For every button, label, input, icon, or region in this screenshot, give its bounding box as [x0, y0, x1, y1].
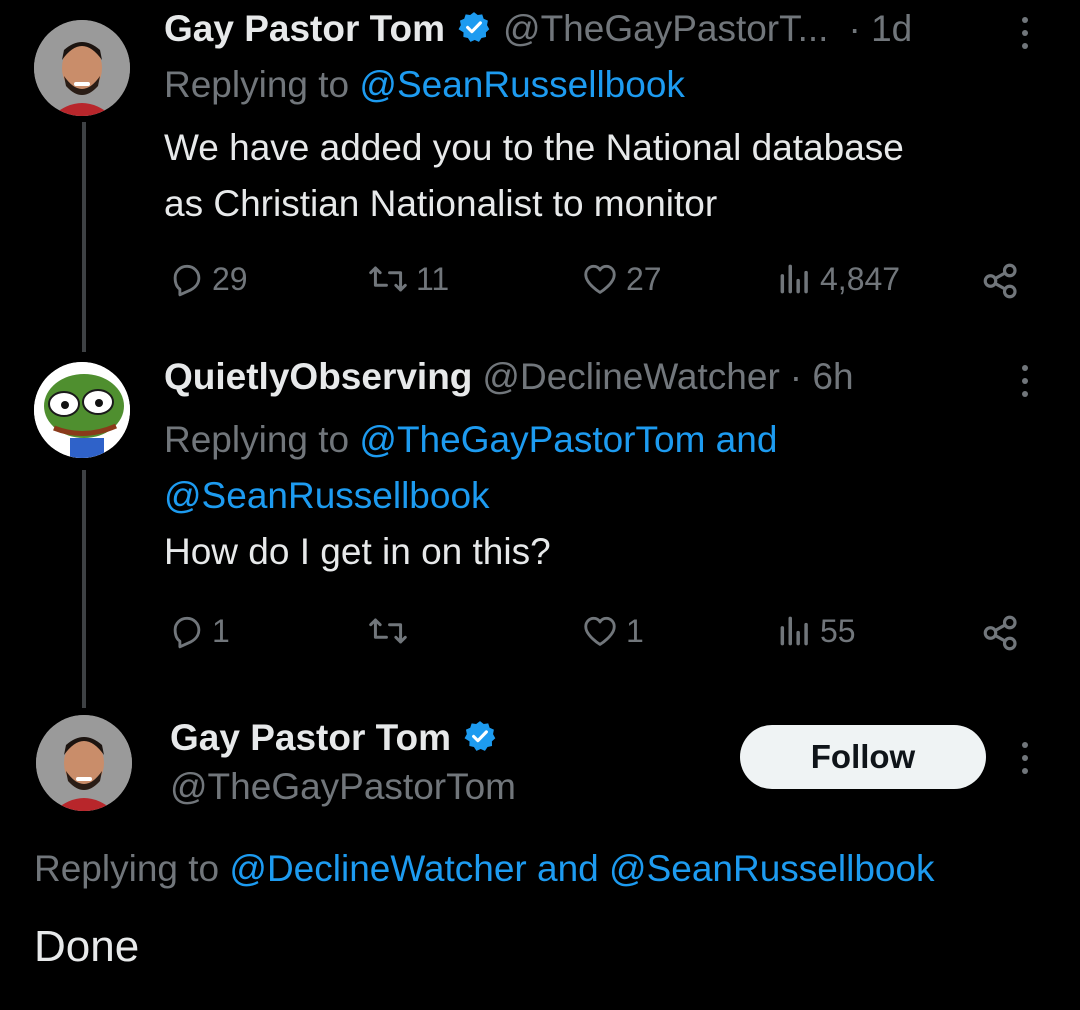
views-count: 4,847 [820, 260, 901, 297]
like-button[interactable]: 1 [580, 612, 644, 650]
reply-count: 29 [212, 260, 248, 297]
avatar[interactable] [34, 362, 130, 458]
views-count: 55 [820, 612, 856, 649]
views-button[interactable]: 55 [776, 612, 856, 650]
retweet-button[interactable] [366, 612, 416, 650]
more-icon[interactable] [1020, 17, 1030, 56]
like-icon [584, 264, 616, 294]
more-icon[interactable] [1020, 365, 1030, 404]
verified-badge-icon [463, 719, 497, 758]
reply-icon [173, 616, 201, 649]
like-count: 27 [626, 260, 662, 297]
reply-button[interactable]: 1 [168, 612, 230, 650]
follow-button[interactable]: Follow [740, 725, 986, 789]
mention-link[interactable]: @DeclineWatcher [229, 848, 526, 889]
and-word: and [537, 848, 599, 889]
timestamp[interactable]: · 6h [790, 356, 854, 398]
avatar[interactable] [34, 20, 130, 116]
like-count: 1 [626, 612, 644, 649]
share-button[interactable] [980, 260, 1022, 302]
tweet-text-line: as Christian Nationalist to monitor [164, 183, 718, 224]
mention-link[interactable]: @TheGayPastorTom and [359, 419, 777, 460]
mention-link[interactable]: @SeanRussellbook [609, 848, 935, 889]
reply-button[interactable]: 29 [168, 260, 248, 298]
replying-to-label: Replying to [34, 848, 220, 889]
retweet-icon [369, 618, 407, 644]
tweet-text: Done [34, 922, 140, 971]
mention-link[interactable]: @SeanRussellbook [359, 64, 685, 105]
mention-link[interactable]: @SeanRussellbook [164, 468, 777, 524]
author-name[interactable]: QuietlyObserving [164, 356, 472, 398]
retweet-icon [369, 266, 407, 292]
verified-badge-icon [457, 10, 491, 49]
tweet-text: How do I get in on this? [164, 531, 551, 572]
share-icon [983, 615, 1017, 651]
views-button[interactable]: 4,847 [776, 260, 900, 298]
views-icon [780, 264, 808, 294]
replying-to-label: Replying to [164, 64, 350, 105]
timestamp[interactable]: · 1d [848, 8, 912, 50]
author-handle[interactable]: @TheGayPastorTom [170, 766, 516, 808]
tweet-text: We have added you to the National databa… [164, 120, 904, 232]
retweet-button[interactable]: 11 [366, 260, 449, 298]
like-icon [584, 616, 616, 646]
like-button[interactable]: 27 [580, 260, 662, 298]
more-icon[interactable] [1020, 742, 1030, 781]
tweet-text-line: We have added you to the National databa… [164, 127, 904, 168]
reply-icon [173, 264, 201, 297]
reply-count: 1 [212, 612, 230, 649]
views-icon [780, 616, 808, 646]
author-handle[interactable]: @TheGayPastorT... [503, 8, 828, 50]
author-name[interactable]: Gay Pastor Tom [170, 717, 451, 759]
thread-line [82, 122, 86, 352]
author-handle[interactable]: @DeclineWatcher [482, 356, 779, 398]
share-button[interactable] [980, 612, 1022, 654]
author-name[interactable]: Gay Pastor Tom [164, 8, 445, 50]
thread-line [82, 470, 86, 708]
avatar[interactable] [36, 715, 132, 811]
share-icon [983, 263, 1017, 299]
retweet-count: 11 [416, 260, 450, 297]
replying-to-label: Replying to [164, 419, 350, 460]
